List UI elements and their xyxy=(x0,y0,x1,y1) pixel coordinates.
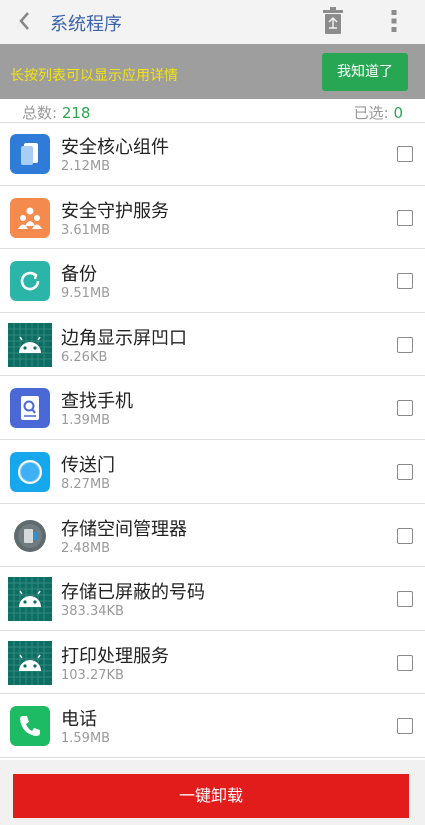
family-guard-icon xyxy=(10,197,50,238)
app-size: 6.26KB xyxy=(61,349,108,365)
android-icon xyxy=(8,577,52,622)
back-arrow-icon[interactable] xyxy=(14,7,36,35)
list-item[interactable]: 安全守护服务 3.61MB xyxy=(0,186,425,250)
got-it-button[interactable]: 我知道了 xyxy=(322,53,408,91)
select-checkbox[interactable] xyxy=(397,718,413,735)
android-icon xyxy=(8,322,52,367)
hint-bar: 长按列表可以显示应用详情 我知道了 xyxy=(0,44,425,99)
total-label: 总数: xyxy=(22,104,58,122)
app-size: 103.27KB xyxy=(61,667,124,683)
phone-icon xyxy=(10,706,50,747)
list-item[interactable]: 打印处理服务 103.27KB xyxy=(0,631,425,695)
app-name: 打印处理服务 xyxy=(61,645,169,667)
app-list: 安全核心组件 2.12MB 安全守护服务 3.61MB 备份 9.51MB 边角… xyxy=(0,122,425,758)
count-bar: 总数: 218 已选: 0 xyxy=(0,99,425,123)
app-size: 2.48MB xyxy=(61,540,111,556)
select-checkbox[interactable] xyxy=(397,654,413,671)
selected-count: 已选: 0 xyxy=(354,102,403,123)
app-name: 查找手机 xyxy=(61,391,133,413)
app-name: 安全守护服务 xyxy=(61,200,169,222)
list-item[interactable]: 存储空间管理器 2.48MB xyxy=(0,504,425,568)
app-size: 3.61MB xyxy=(61,222,111,238)
select-checkbox[interactable] xyxy=(397,400,413,417)
app-size: 383.34KB xyxy=(61,604,124,620)
list-item[interactable]: 查找手机 1.39MB xyxy=(0,376,425,440)
select-checkbox[interactable] xyxy=(397,463,413,480)
more-menu-icon[interactable] xyxy=(386,8,402,34)
app-name: 安全核心组件 xyxy=(61,137,169,158)
app-size: 1.39MB xyxy=(61,413,111,429)
app-name: 传送门 xyxy=(61,454,115,476)
list-item[interactable]: 边角显示屏凹口 6.26KB xyxy=(0,313,425,377)
app-name: 边角显示屏凹口 xyxy=(61,327,187,349)
list-item[interactable]: 电话 1.59MB xyxy=(0,694,425,758)
find-phone-icon xyxy=(10,388,50,429)
total-count: 总数: 218 xyxy=(22,102,90,123)
trash-icon[interactable] xyxy=(320,6,346,36)
list-item[interactable]: 传送门 8.27MB xyxy=(0,440,425,504)
bottom-bar: 一键卸载 xyxy=(0,760,425,825)
app-name: 电话 xyxy=(61,709,97,731)
hint-text: 长按列表可以显示应用详情 xyxy=(10,68,178,84)
app-size: 1.59MB xyxy=(61,731,111,747)
select-checkbox[interactable] xyxy=(397,591,413,608)
select-checkbox[interactable] xyxy=(397,527,413,544)
app-name: 存储空间管理器 xyxy=(61,518,187,540)
list-item[interactable]: 安全核心组件 2.12MB xyxy=(0,122,425,186)
portal-icon xyxy=(10,451,50,492)
selected-value: 0 xyxy=(393,104,403,122)
backup-icon xyxy=(10,261,50,302)
select-checkbox[interactable] xyxy=(397,273,413,290)
app-size: 2.12MB xyxy=(61,159,111,174)
select-checkbox[interactable] xyxy=(397,336,413,353)
app-name: 备份 xyxy=(61,264,97,286)
security-core-icon xyxy=(10,134,50,174)
total-value: 218 xyxy=(61,104,91,122)
app-size: 8.27MB xyxy=(61,476,111,492)
app-size: 9.51MB xyxy=(61,286,111,302)
list-item[interactable]: 备份 9.51MB xyxy=(0,249,425,313)
top-bar: 系统程序 xyxy=(0,0,425,44)
uninstall-all-button[interactable]: 一键卸载 xyxy=(13,774,409,818)
selected-label: 已选: xyxy=(353,104,389,122)
page-title: 系统程序 xyxy=(50,14,122,35)
select-checkbox[interactable] xyxy=(397,209,413,226)
list-item[interactable]: 存储已屏蔽的号码 383.34KB xyxy=(0,567,425,631)
select-checkbox[interactable] xyxy=(397,146,413,162)
android-icon xyxy=(8,640,52,685)
storage-manager-icon xyxy=(10,515,50,556)
app-name: 存储已屏蔽的号码 xyxy=(61,582,205,604)
